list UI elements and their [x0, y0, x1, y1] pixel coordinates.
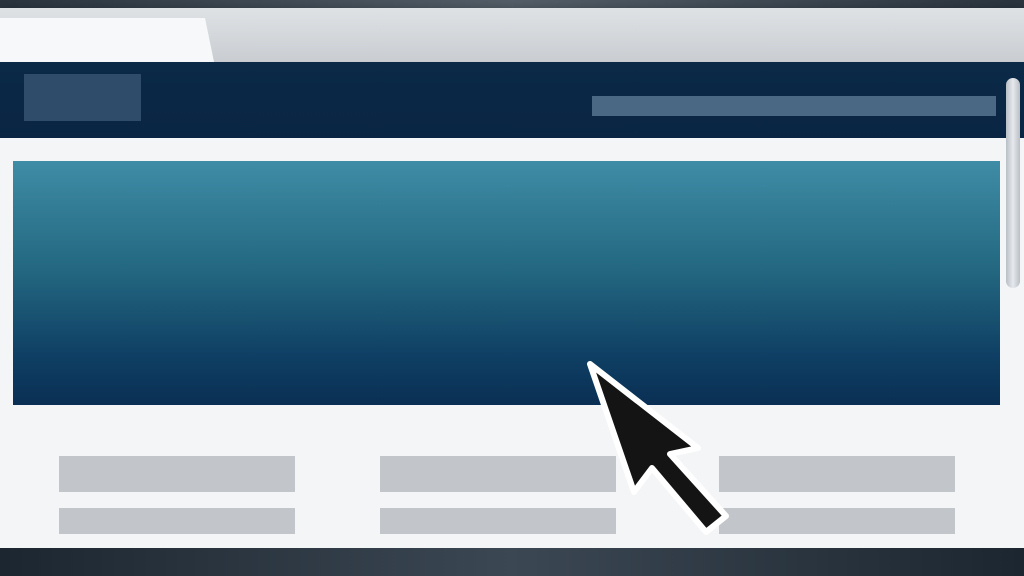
card-3-title-placeholder[interactable]: [719, 456, 955, 492]
hero-banner[interactable]: [13, 161, 1000, 405]
card-1-text-placeholder: [59, 508, 295, 534]
arrow-pointer-icon: [587, 361, 729, 535]
site-header: [0, 62, 1024, 138]
tab-strip: [0, 8, 1024, 62]
vertical-scrollbar[interactable]: [1006, 78, 1020, 288]
site-logo[interactable]: [24, 74, 141, 121]
search-input[interactable]: [592, 96, 996, 116]
active-tab[interactable]: [0, 18, 214, 62]
desktop-top-strip: [0, 0, 1024, 8]
card-3-text-placeholder: [719, 508, 955, 534]
desktop-bottom-strip: [0, 548, 1024, 576]
card-1-title-placeholder[interactable]: [59, 456, 295, 492]
